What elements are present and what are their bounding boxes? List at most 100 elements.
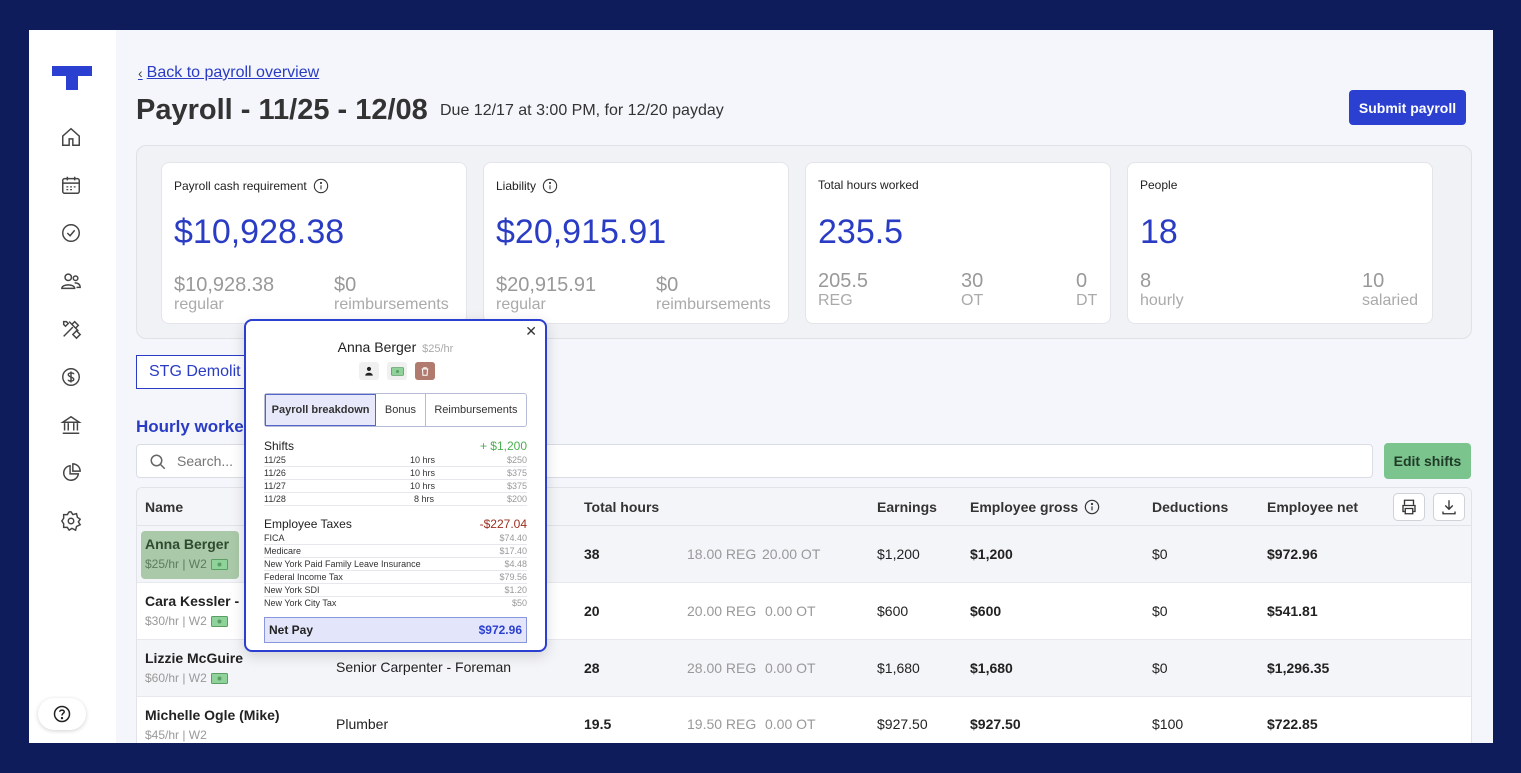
tools-icon[interactable] (60, 318, 82, 340)
employee-rate-text: $25/hr | W2 (145, 557, 207, 571)
net-pay-row: Net Pay $972.96 (264, 617, 527, 643)
submit-payroll-button[interactable]: Submit payroll (1349, 90, 1466, 125)
shift-hours: 10 hrs (410, 481, 436, 491)
tax-amount: $74.40 (499, 533, 527, 543)
employee-rate: $45/hr | W2 (145, 728, 207, 742)
cash-icon (210, 615, 228, 627)
earnings: $927.50 (877, 716, 928, 732)
card-value: 235.5 (818, 213, 904, 251)
employee-name[interactable]: Michelle Ogle (Mike) (145, 707, 280, 723)
help-button[interactable] (38, 698, 86, 730)
tab-bonus[interactable]: Bonus (376, 394, 426, 426)
download-icon (1442, 500, 1456, 515)
ot-hours: 0.00 OT (765, 603, 816, 619)
column-header-employee-net[interactable]: Employee net (1267, 499, 1358, 515)
employee-name[interactable]: Anna Berger (145, 536, 229, 552)
employee-gross: $600 (970, 603, 1002, 619)
tax-name: FICA (264, 533, 285, 543)
total-hours-card: Total hours worked 235.5 205.5 REG 30 OT… (805, 162, 1111, 324)
cash-requirement-card: Payroll cash requirement $10,928.38 $10,… (161, 162, 467, 324)
shift-amount: $375 (506, 481, 527, 491)
shift-date: 11/26 (264, 468, 286, 478)
card-value: $20,915.91 (496, 213, 667, 251)
tax-amount: $1.20 (504, 585, 527, 595)
total-hours: 20 (584, 603, 600, 619)
person-icon[interactable] (359, 362, 379, 380)
hourly-label: hourly (1140, 292, 1184, 309)
employee-net: $722.85 (1267, 716, 1318, 732)
tax-name: New York Paid Family Leave Insurance (264, 559, 421, 569)
column-header-earnings[interactable]: Earnings (877, 499, 937, 515)
download-button[interactable] (1433, 493, 1465, 521)
hourly-workers-title: Hourly worker (136, 417, 251, 436)
ot-hours: 20.00 OT (762, 546, 821, 562)
regular-label: regular (174, 296, 224, 313)
shifts-total: + $1,200 (479, 439, 527, 453)
tax-name: Medicare (264, 546, 302, 556)
tax-amount: $17.40 (499, 546, 527, 556)
bank-icon[interactable] (60, 414, 82, 436)
summary-panel: Payroll cash requirement $10,928.38 $10,… (136, 145, 1472, 339)
tax-line: Medicare $17.40 (264, 545, 527, 558)
column-header-employee-gross[interactable]: Employee gross (970, 499, 1100, 515)
card-label: Liability (496, 178, 558, 194)
shift-hours: 8 hrs (414, 494, 435, 504)
back-link-label: Back to payroll overview (146, 64, 320, 81)
employee-name[interactable]: Cara Kessler - (145, 593, 239, 609)
column-header-total-hours[interactable]: Total hours (584, 499, 659, 515)
cash-icon[interactable] (387, 362, 407, 380)
app-window: ‹ Back to payroll overview Payroll - 11/… (29, 30, 1493, 743)
total-hours: 19.5 (584, 716, 612, 732)
print-button[interactable] (1393, 493, 1425, 521)
tab-payroll-breakdown[interactable]: Payroll breakdown (265, 394, 377, 426)
shift-hours: 10 hrs (410, 455, 436, 465)
card-value: $10,928.38 (174, 213, 345, 251)
app-logo[interactable] (52, 66, 92, 90)
calendar-icon[interactable] (60, 174, 82, 196)
pie-chart-icon[interactable] (60, 462, 82, 484)
info-icon[interactable] (313, 178, 329, 194)
reg-hours: 20.00 REG (687, 603, 757, 619)
info-icon[interactable] (1084, 499, 1100, 515)
reg-value: 205.5 (818, 270, 869, 292)
total-hours: 38 (584, 546, 600, 562)
popover-actions (359, 362, 435, 380)
employee-name[interactable]: Lizzie McGuire (145, 650, 243, 666)
table-row[interactable]: Michelle Ogle (Mike) $45/hr | W2 Plumber… (137, 697, 1471, 743)
edit-shifts-button[interactable]: Edit shifts (1384, 443, 1471, 479)
back-link[interactable]: ‹ Back to payroll overview (138, 64, 319, 82)
ot-hours: 0.00 OT (765, 660, 816, 676)
settings-gear-icon[interactable] (60, 510, 82, 532)
liability-card: Liability $20,915.91 $20,915.91 regular … (483, 162, 789, 324)
employee-rate: $25/hr | W2 (145, 557, 228, 571)
employee-role: Senior Carpenter - Foreman (336, 659, 512, 675)
ot-label: OT (961, 292, 984, 309)
deductions: $100 (1152, 716, 1184, 732)
home-icon[interactable] (60, 126, 82, 148)
dollar-circle-icon[interactable] (60, 366, 82, 388)
info-icon[interactable] (542, 178, 558, 194)
taxes-total: -$227.04 (479, 517, 527, 531)
shift-date: 11/25 (264, 455, 286, 465)
shift-amount: $200 (506, 494, 527, 504)
tab-reimbursements[interactable]: Reimbursements (426, 394, 526, 426)
card-label: People (1140, 178, 1178, 192)
employee-rate: $30/hr | W2 (145, 614, 228, 628)
shift-amount: $250 (506, 455, 527, 465)
regular-value: $10,928.38 (174, 274, 275, 296)
printer-icon (1402, 499, 1416, 515)
check-circle-icon[interactable] (60, 222, 82, 244)
tax-name: New York SDI (264, 585, 320, 595)
deductions: $0 (1152, 603, 1168, 619)
dt-value: 0 (1076, 270, 1088, 292)
close-icon[interactable]: ✕ (525, 323, 537, 340)
tax-line: FICA $74.40 (264, 532, 527, 545)
column-header-name[interactable]: Name (145, 499, 183, 515)
chevron-left-icon: ‹ (138, 65, 143, 81)
salaried-label: salaried (1362, 292, 1419, 309)
trash-icon[interactable] (415, 362, 435, 380)
column-header-deductions[interactable]: Deductions (1152, 499, 1228, 515)
people-icon[interactable] (60, 270, 82, 292)
card-value: 18 (1140, 213, 1178, 251)
tax-amount: $50 (511, 598, 527, 608)
